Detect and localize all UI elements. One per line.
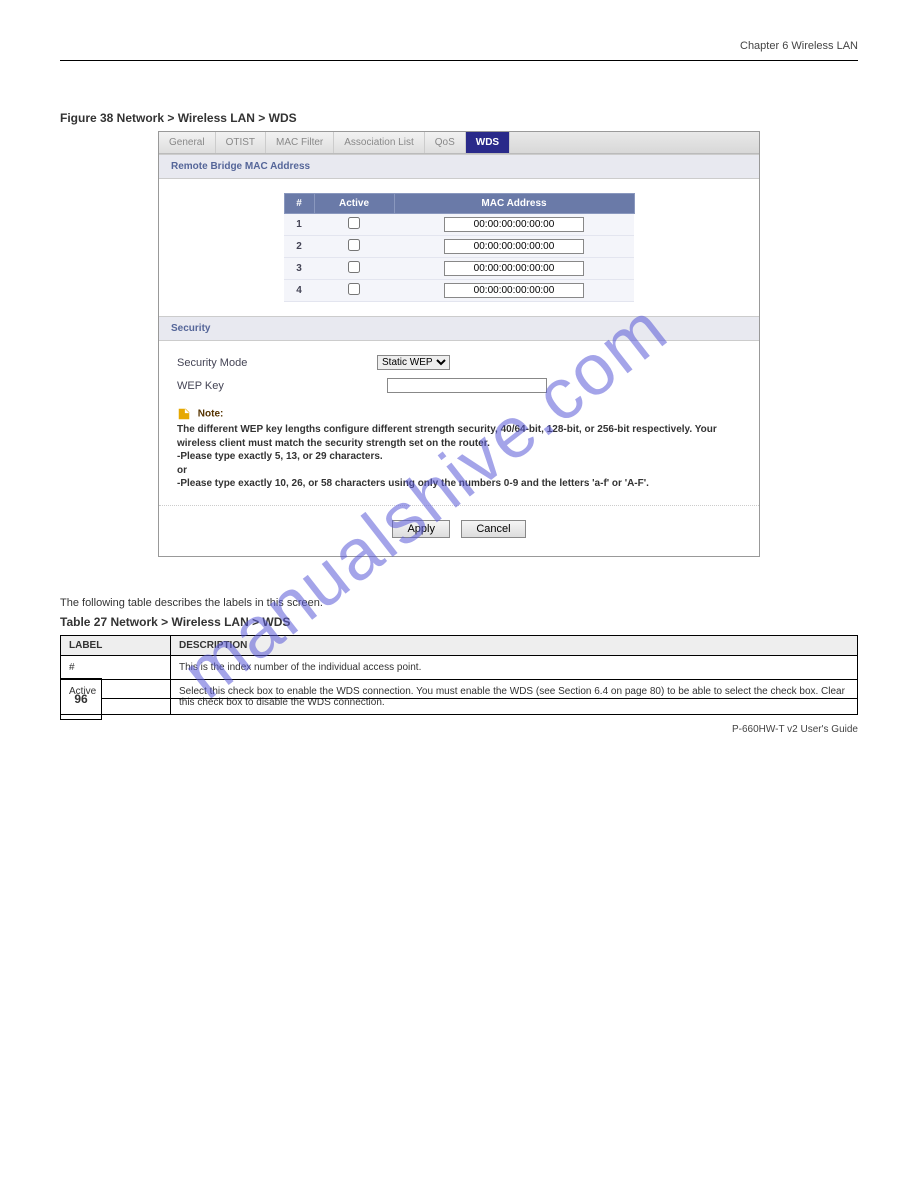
section-remote-bridge-body: # Active MAC Address 1 2 3 4 <box>159 179 759 316</box>
mac-table: # Active MAC Address 1 2 3 4 <box>284 193 635 302</box>
section-remote-bridge-title: Remote Bridge MAC Address <box>159 154 759 179</box>
header-rule <box>60 60 858 61</box>
footer-text: P-660HW-T v2 User's Guide <box>60 724 858 735</box>
mac-input[interactable] <box>444 217 584 232</box>
tab-qos[interactable]: QoS <box>425 132 466 153</box>
table-row: 4 <box>284 280 634 302</box>
figure-label: Figure 38 Network > Wireless LAN > WDS <box>60 111 858 125</box>
mac-header-num: # <box>284 194 314 214</box>
mac-input[interactable] <box>444 283 584 298</box>
info-label-cell: # <box>61 655 171 679</box>
page-footer: 96 P-660HW-T v2 User's Guide <box>60 678 858 735</box>
note-title: Note: <box>198 409 224 420</box>
tab-macfilter[interactable]: MAC Filter <box>266 132 334 153</box>
mac-header-active: Active <box>314 194 394 214</box>
tab-assoc-list[interactable]: Association List <box>334 132 424 153</box>
active-checkbox[interactable] <box>348 283 360 295</box>
security-mode-select[interactable]: Static WEP <box>377 355 450 370</box>
tab-otist[interactable]: OTIST <box>216 132 266 153</box>
tab-bar: General OTIST MAC Filter Association Lis… <box>159 132 759 154</box>
table-row: # This is the index number of the indivi… <box>61 655 858 679</box>
section-security-title: Security <box>159 316 759 341</box>
section-security-body: Security Mode Static WEP WEP Key Note: T… <box>159 341 759 505</box>
tab-wds[interactable]: WDS <box>466 132 510 153</box>
note-line: -Please type exactly 10, 26, or 58 chara… <box>177 477 741 491</box>
row-index: 4 <box>284 280 314 302</box>
active-checkbox[interactable] <box>348 239 360 251</box>
info-desc-cell: This is the index number of the individu… <box>171 655 858 679</box>
info-header-desc: DESCRIPTION <box>171 635 858 655</box>
table-row: 3 <box>284 258 634 280</box>
footer-rule <box>102 698 858 699</box>
table-row: 2 <box>284 236 634 258</box>
page-header: Chapter 6 Wireless LAN <box>60 40 858 52</box>
mac-input[interactable] <box>444 261 584 276</box>
desc-text: The following table describes the labels… <box>60 597 858 609</box>
mac-header-mac: MAC Address <box>394 194 634 214</box>
note-line: -Please type exactly 5, 13, or 29 charac… <box>177 450 741 464</box>
note-line: or <box>177 464 741 478</box>
note-icon <box>177 407 191 421</box>
table-row: 1 <box>284 214 634 236</box>
cancel-button[interactable]: Cancel <box>461 520 525 538</box>
wds-screenshot: General OTIST MAC Filter Association Lis… <box>158 131 760 557</box>
note-line: The different WEP key lengths configure … <box>177 423 741 450</box>
security-mode-label: Security Mode <box>177 357 377 369</box>
info-header-label: LABEL <box>61 635 171 655</box>
tab-general[interactable]: General <box>159 132 216 153</box>
note-block: Note: The different WEP key lengths conf… <box>177 407 741 491</box>
row-index: 2 <box>284 236 314 258</box>
active-checkbox[interactable] <box>348 217 360 229</box>
page-number: 96 <box>60 678 102 720</box>
wep-key-label: WEP Key <box>177 380 377 392</box>
button-row: Apply Cancel <box>159 505 759 556</box>
row-index: 3 <box>284 258 314 280</box>
mac-input[interactable] <box>444 239 584 254</box>
apply-button[interactable]: Apply <box>392 520 450 538</box>
row-index: 1 <box>284 214 314 236</box>
table-label: Table 27 Network > Wireless LAN > WDS <box>60 615 858 629</box>
wep-key-input[interactable] <box>387 378 547 393</box>
active-checkbox[interactable] <box>348 261 360 273</box>
